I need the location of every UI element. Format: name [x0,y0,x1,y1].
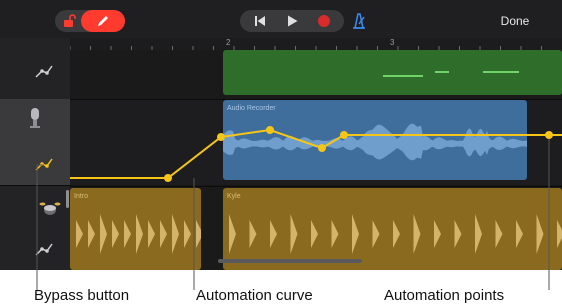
audio-waveform [223,123,527,161]
automation-node-icon[interactable] [33,238,55,260]
track-header-column [0,38,70,270]
region-intro[interactable]: Intro [70,188,201,270]
region-green[interactable] [223,50,562,95]
drum-beat-pattern [76,214,201,254]
track-header-drums[interactable] [0,185,70,270]
skip-back-icon[interactable] [252,13,268,29]
track-header-1[interactable] [0,38,70,100]
region-audio-recorder[interactable]: Audio Recorder [223,100,527,180]
play-icon[interactable] [284,13,300,29]
automation-node-icon[interactable] [33,153,55,175]
drum-kit-icon [39,202,61,215]
transport-controls [240,10,344,32]
automation-node-icon[interactable] [33,60,55,82]
callout-automation-curve: Automation curve [196,287,313,304]
automation-edit-button[interactable] [81,10,125,32]
track-resize-grip[interactable] [66,190,69,208]
callout-automation-points: Automation points [384,287,505,304]
pencil-icon [98,16,108,26]
garageband-tracks-view: Done 2 3 Audio Recorder Intro Kyle [0,0,562,270]
metronome-icon[interactable] [350,12,368,30]
horizontal-scrollbar[interactable] [218,259,362,263]
done-button[interactable]: Done [490,12,540,30]
microphone-icon [30,108,40,128]
top-toolbar: Done [0,0,562,38]
drum-beat-pattern [229,214,562,254]
bar-number-2: 2 [226,38,231,47]
timeline-area[interactable]: 2 3 Audio Recorder Intro Kyle [70,38,562,270]
record-icon[interactable] [316,13,332,29]
bar-number-3: 3 [390,38,395,47]
lock-open-icon[interactable] [61,13,77,29]
automation-lock-toggle[interactable] [55,10,125,32]
track-header-audio-recorder[interactable] [0,99,70,185]
bar-ruler[interactable]: 2 3 [70,38,562,50]
callout-bypass-button: Bypass button [34,287,130,304]
ruler-ticks [70,46,542,50]
region-midi-notes [383,71,519,77]
region-kyle[interactable]: Kyle [223,188,562,270]
